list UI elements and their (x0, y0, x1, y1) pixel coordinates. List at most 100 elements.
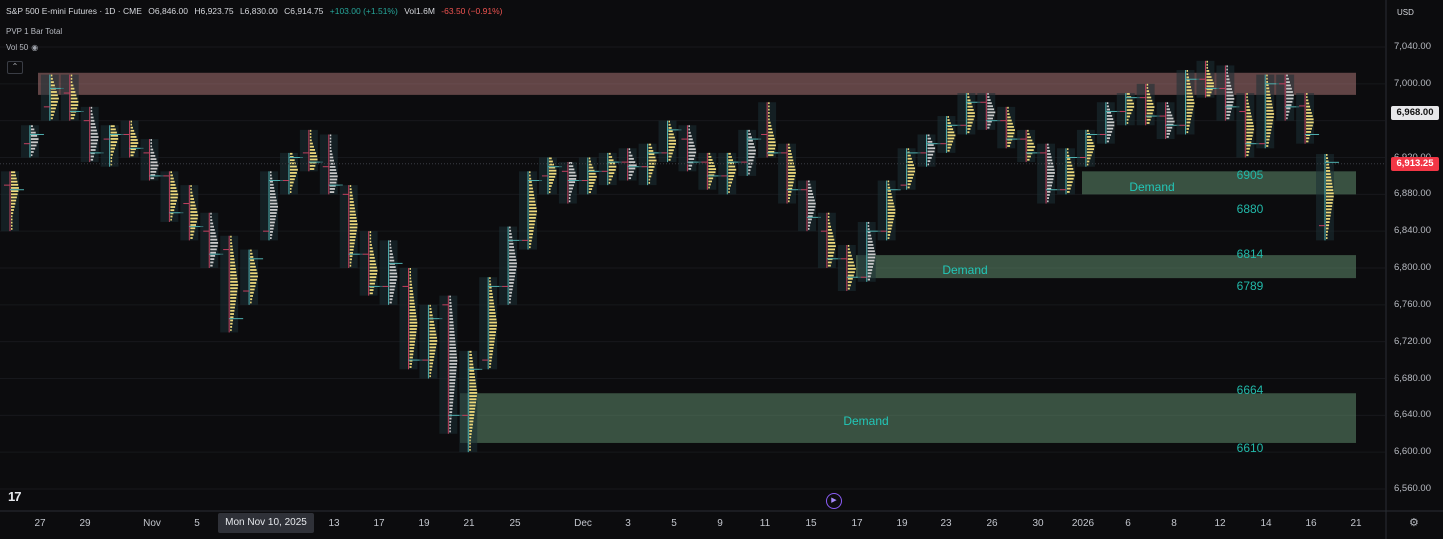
profile-bar-33-10 (668, 152, 673, 155)
profile-bar-66-25 (1326, 233, 1328, 236)
profile-bar-58-6 (1166, 120, 1175, 123)
profile-bar-43-2 (867, 228, 870, 231)
profile-bar-38-7 (768, 125, 772, 127)
profile-bar-59-2 (1186, 76, 1189, 79)
profile-bar-66-22 (1326, 224, 1330, 227)
profile-bar-29-9 (588, 185, 594, 187)
profile-bar-15-8 (309, 155, 318, 158)
profile-bar-62-18 (1246, 151, 1250, 153)
profile-bar-43-9 (867, 250, 875, 253)
profile-bar-31-5 (628, 164, 637, 167)
profile-bar-11-25 (230, 316, 234, 319)
profile-bar-22-36 (449, 411, 453, 414)
profile-bar-44-5 (887, 196, 893, 199)
profile-bar-38-11 (768, 138, 775, 140)
profile-bar-5-1 (110, 128, 116, 131)
replay-icon[interactable]: ▶ (826, 493, 842, 509)
gear-icon[interactable]: ⚙ (1409, 516, 1419, 529)
profile-bar-11-15 (230, 284, 239, 286)
chart-canvas[interactable] (0, 0, 1443, 539)
profile-bar-43-0 (867, 221, 870, 224)
profile-bar-28-4 (568, 174, 577, 177)
profile-bar-65-5 (1306, 108, 1311, 111)
profile-bar-17-24 (349, 261, 352, 264)
profile-bar-19-0 (389, 240, 392, 243)
profile-bar-41-11 (827, 248, 836, 251)
profile-bar-26-16 (529, 223, 535, 226)
demand-zone-label: Demand (942, 263, 988, 277)
profile-bar-47-4 (947, 128, 954, 131)
eye-icon[interactable]: ◉ (31, 43, 38, 52)
indicator-volume[interactable]: Vol 50 ◉ (6, 43, 38, 52)
price-tick-label: 6,760.00 (1394, 298, 1431, 310)
profile-bar-16-6 (329, 153, 333, 156)
profile-bar-53-11 (1066, 184, 1072, 187)
profile-bar-28-12 (568, 200, 571, 203)
profile-bar-65-3 (1306, 102, 1310, 105)
crosshair-date-label: Mon Nov 10, 2025 (218, 513, 314, 533)
profile-bar-23-13 (469, 392, 478, 394)
price-tick-label: 7,040.00 (1394, 41, 1431, 52)
profile-bar-20-12 (409, 305, 416, 308)
profile-bar-18-2 (369, 237, 372, 240)
profile-bar-59-17 (1186, 124, 1190, 127)
profile-bar-48-7 (967, 115, 975, 118)
profile-bar-29-1 (588, 160, 591, 163)
profile-bar-64-12 (1286, 114, 1289, 116)
currency-label[interactable]: USD (1397, 8, 1414, 17)
profile-bar-52-8 (1047, 168, 1055, 171)
profile-bar-66-15 (1326, 202, 1333, 204)
profile-bar-7-0 (150, 139, 152, 141)
profile-bar-37-9 (748, 159, 754, 162)
profile-bar-22-12 (449, 334, 455, 336)
profile-bar-44-12 (887, 218, 894, 221)
zone-top-price: 6814 (1236, 247, 1264, 261)
profile-bar-42-13 (847, 287, 850, 290)
profile-bar-37-12 (748, 169, 751, 172)
profile-bar-43-1 (867, 225, 870, 227)
profile-bar-15-9 (309, 158, 318, 161)
profile-bar-15-7 (309, 152, 317, 154)
profile-bar-50-12 (1007, 145, 1011, 147)
collapse-legend-button[interactable]: ⌃ (7, 61, 23, 74)
profile-bar-0-3 (11, 180, 18, 183)
profile-bar-13-13 (270, 212, 277, 214)
profile-bar-61-12 (1226, 104, 1233, 107)
indicator-pvp[interactable]: PVP 1 Bar Total (6, 27, 62, 36)
profile-bar-61-9 (1226, 94, 1234, 97)
profile-bar-11-0 (230, 235, 232, 238)
profile-bar-66-26 (1326, 237, 1328, 239)
profile-bar-42-10 (847, 277, 853, 280)
profile-bar-32-3 (648, 153, 655, 156)
profile-bar-8-4 (170, 183, 176, 186)
profile-bar-22-9 (449, 324, 454, 327)
profile-bar-48-4 (967, 105, 973, 108)
profile-bar-51-8 (1027, 155, 1031, 158)
profile-bar-53-8 (1066, 174, 1075, 177)
profile-bar-10-15 (210, 261, 214, 264)
profile-bar-6-8 (130, 145, 138, 148)
profile-bar-59-8 (1186, 95, 1194, 98)
profile-bar-23-24 (469, 426, 473, 429)
chart-window[interactable]: S&P 500 E-mini Futures · 1D · CME O6,846… (0, 0, 1443, 539)
profile-bar-54-6 (1086, 148, 1095, 151)
profile-bar-54-9 (1086, 157, 1091, 160)
profile-bar-13-8 (270, 196, 277, 199)
profile-bar-35-9 (708, 180, 712, 183)
profile-bar-63-21 (1266, 141, 1269, 144)
profile-bar-19-16 (389, 291, 394, 294)
profile-bar-66-24 (1326, 230, 1329, 233)
profile-bar-2-9 (50, 104, 57, 107)
symbol-title[interactable]: S&P 500 E-mini Futures · 1D · CME (6, 6, 142, 16)
profile-bar-62-13 (1246, 134, 1253, 137)
profile-bar-56-3 (1126, 102, 1134, 105)
profile-bar-13-18 (270, 227, 274, 230)
profile-bar-60-10 (1206, 91, 1212, 94)
tradingview-logo-icon[interactable]: 17 (8, 489, 22, 504)
profile-bar-27-8 (548, 182, 553, 184)
profile-bar-14-12 (289, 191, 292, 193)
profile-bar-45-4 (907, 161, 913, 163)
demand-zone-label: Demand (1129, 180, 1175, 194)
profile-bar-20-27 (409, 353, 414, 356)
profile-bar-25-17 (509, 282, 514, 284)
